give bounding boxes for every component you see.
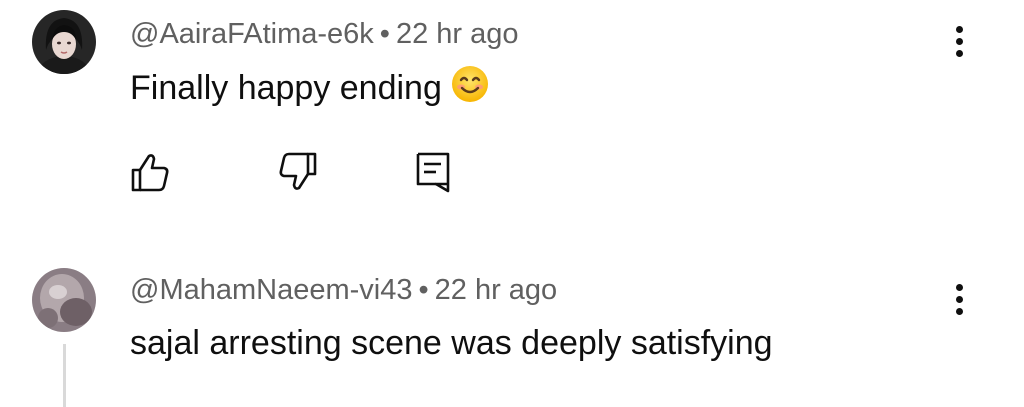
more-options-button[interactable] [948, 280, 972, 320]
comment-text: sajal arresting scene was deeply satisfy… [130, 326, 773, 360]
like-button[interactable] [128, 150, 172, 194]
avatar[interactable] [32, 268, 96, 332]
author-handle[interactable]: @MahamNaeem-vi43 [130, 274, 412, 306]
comment-text-content: sajal arresting scene was deeply satisfy… [130, 324, 773, 362]
reply-comment-icon [416, 152, 450, 193]
comment-text: Finally happy ending [130, 66, 490, 110]
comment-time: 22 hr ago [434, 274, 558, 306]
more-vertical-dot [956, 308, 963, 315]
more-vertical-dot [956, 50, 963, 57]
comment-meta: @MahamNaeem-vi43 • 22 hr ago [130, 276, 557, 305]
comment-1: @AairaFAtima-e6k • 22 hr ago Finally happy… [0, 0, 1024, 240]
comment-time: 22 hr ago [395, 18, 519, 50]
author-handle[interactable]: @AairaFAtima-e6k [130, 18, 374, 50]
comment-text-content: Finally happy ending [130, 68, 442, 107]
more-vertical-dot [956, 38, 963, 45]
meta-separator: • [379, 18, 390, 50]
comment-2: @MahamNaeem-vi43 • 22 hr ago sajal arresti… [0, 240, 1024, 407]
thumbs-down-icon [279, 152, 317, 190]
more-vertical-icon [956, 284, 963, 291]
reply-thread-line [63, 344, 66, 407]
more-vertical-icon [956, 26, 963, 33]
reply-button[interactable] [412, 150, 456, 194]
more-options-button[interactable] [948, 22, 972, 62]
comment-meta: @AairaFAtima-e6k • 22 hr ago [130, 20, 519, 49]
avatar[interactable] [32, 10, 96, 74]
thumbs-up-icon [131, 154, 169, 192]
smiling-face-emoji [450, 64, 490, 110]
dislike-button[interactable] [276, 150, 320, 194]
meta-separator: • [418, 274, 429, 306]
more-vertical-dot [956, 296, 963, 303]
